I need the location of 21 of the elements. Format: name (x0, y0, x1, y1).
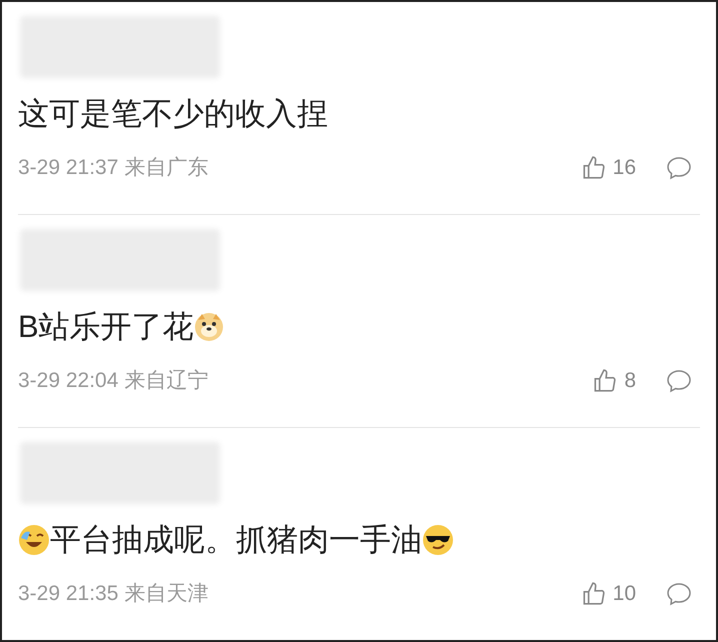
thumbs-up-icon (580, 580, 607, 607)
comment-button[interactable] (666, 156, 692, 180)
comment-button[interactable] (666, 582, 692, 606)
comment-time: 3-29 21:37 来自广东 (18, 155, 208, 181)
like-button[interactable]: 8 (592, 365, 636, 396)
like-button[interactable]: 10 (580, 578, 636, 610)
comment-text: 平台抽成呢。抓猪肉一手油 (18, 520, 700, 560)
comment-text: 这可是笔不少的收入捏 (18, 95, 329, 133)
speech-bubble-icon (666, 156, 692, 180)
thumbs-up-icon (592, 368, 618, 394)
like-button[interactable]: 16 (580, 152, 636, 184)
sunglasses-face-icon (422, 524, 454, 556)
dog-face-icon (194, 312, 224, 342)
comment-time: 3-29 22:04 来自辽宁 (18, 368, 208, 394)
speech-bubble-icon (666, 368, 692, 393)
laughing-face-icon (18, 524, 50, 556)
speech-bubble-icon (666, 582, 692, 606)
comment-button[interactable] (666, 368, 692, 393)
comment-text: B站乐开了花 (18, 307, 700, 347)
thumbs-up-icon (580, 154, 607, 181)
comment-time: 3-29 21:35 来自天津 (18, 581, 208, 607)
